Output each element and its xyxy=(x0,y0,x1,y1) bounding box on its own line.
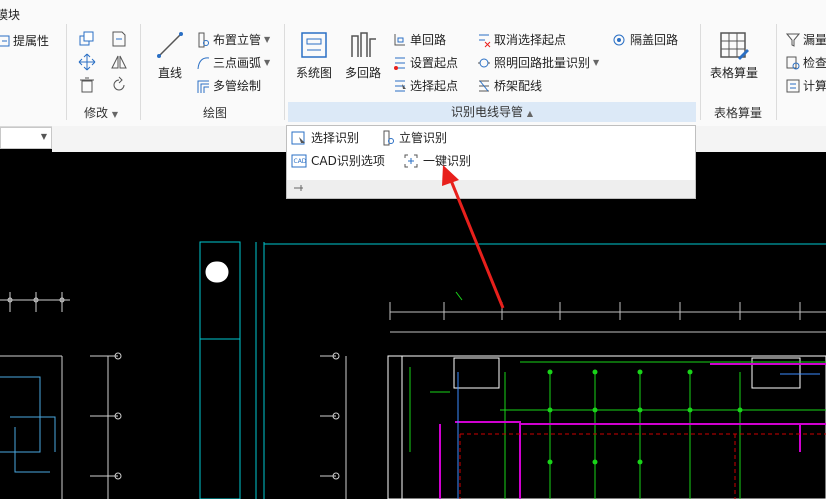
annotation-arrow xyxy=(442,165,505,309)
